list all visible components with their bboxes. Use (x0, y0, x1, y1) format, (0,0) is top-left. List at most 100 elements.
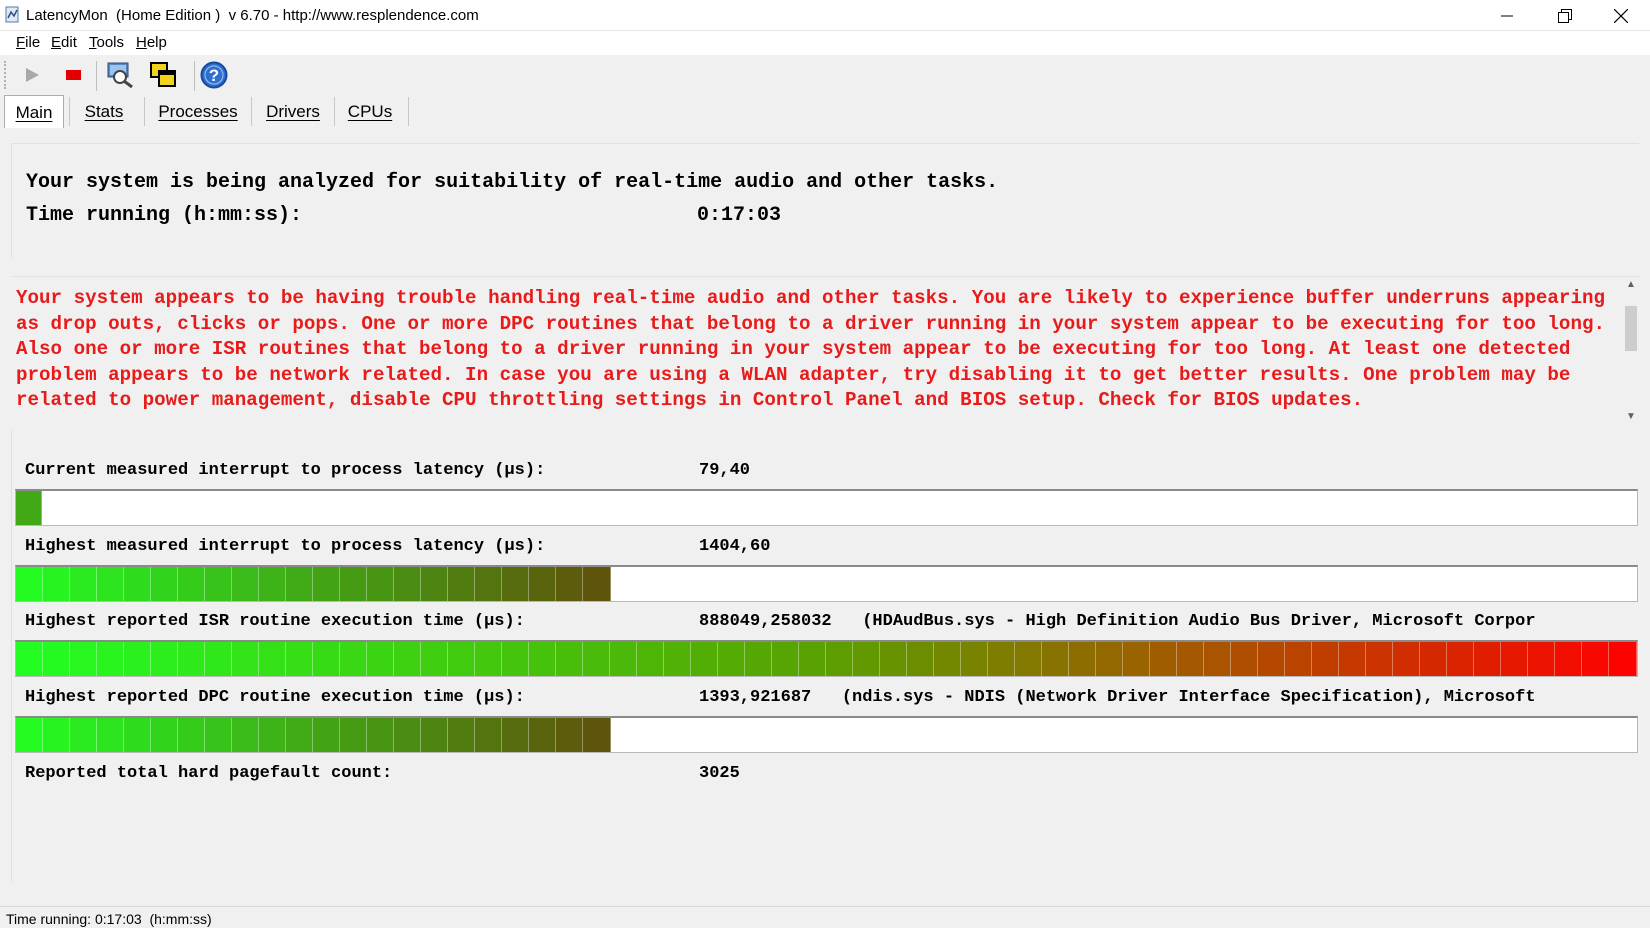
menu-file[interactable]: File (16, 34, 40, 51)
scroll-down-arrow-icon[interactable]: ▼ (1623, 411, 1639, 428)
bar-segment (421, 567, 448, 601)
toolbar-grip[interactable] (4, 61, 8, 89)
bar-segment (178, 642, 205, 676)
bar-segment (1528, 642, 1555, 676)
toolbar-separator (96, 61, 97, 91)
windows-button[interactable] (148, 60, 178, 90)
bar-segment (259, 567, 286, 601)
restore-button[interactable] (1536, 0, 1594, 31)
bar-segment (178, 718, 205, 752)
menu-help[interactable]: Help (136, 34, 167, 51)
app-icon (5, 6, 19, 23)
bar-segment (16, 491, 42, 525)
scroll-thumb[interactable] (1625, 306, 1637, 351)
close-button[interactable] (1592, 0, 1650, 31)
latency-bar-fill (16, 718, 611, 752)
bar-segment (664, 642, 691, 676)
menu-tools-mnemonic: T (89, 34, 97, 51)
bar-segment (988, 642, 1015, 676)
tab-separator (144, 97, 145, 126)
bar-segment (556, 718, 583, 752)
tab-separator (334, 97, 335, 126)
bar-segment (880, 642, 907, 676)
analyze-button[interactable] (106, 60, 136, 90)
bar-segment (502, 642, 529, 676)
bar-segment (961, 642, 988, 676)
metric-label: Highest reported ISR routine execution t… (25, 612, 525, 631)
tab-processes[interactable]: Processes (152, 95, 244, 128)
analysis-panel: Your system is being analyzed for suitab… (11, 143, 1639, 259)
bar-segment (1474, 642, 1501, 676)
bar-segment (70, 567, 97, 601)
bar-segment (583, 718, 611, 752)
status-bar: Time running: 0:17:03 (h:mm:ss) (0, 906, 1650, 928)
scroll-up-arrow-icon[interactable]: ▲ (1623, 279, 1639, 296)
bar-segment (1393, 642, 1420, 676)
bar-segment (151, 718, 178, 752)
bar-segment (1501, 642, 1528, 676)
bar-segment (97, 642, 124, 676)
latency-bar-fill (16, 642, 1637, 676)
bar-segment (1420, 642, 1447, 676)
metric-value: 1393,921687 (ndis.sys - NDIS (Network Dr… (699, 688, 1536, 707)
bar-segment (529, 642, 556, 676)
bar-segment (124, 718, 151, 752)
bar-segment (43, 642, 70, 676)
help-button[interactable]: ? (199, 60, 229, 90)
menu-tools[interactable]: Tools (89, 34, 124, 51)
warning-box[interactable]: Your system appears to be having trouble… (11, 276, 1639, 428)
tab-drivers[interactable]: Drivers (258, 95, 328, 128)
bar-segment (637, 642, 664, 676)
bar-segment (43, 567, 70, 601)
tab-main[interactable]: Main (4, 95, 64, 128)
bar-segment (97, 718, 124, 752)
latency-bar (15, 640, 1638, 677)
window-title: LatencyMon (Home Edition ) v 6.70 - http… (26, 7, 479, 24)
bar-segment (367, 718, 394, 752)
bar-segment (583, 567, 611, 601)
bar-segment (178, 567, 205, 601)
metric-value: 79,40 (699, 461, 751, 480)
bar-segment (610, 642, 637, 676)
bar-segment (448, 567, 475, 601)
bar-segment (1555, 642, 1582, 676)
minimize-button[interactable] (1478, 0, 1536, 31)
bar-segment (43, 718, 70, 752)
restore-icon (1558, 8, 1572, 23)
start-button[interactable] (17, 60, 47, 90)
search-icon (107, 62, 133, 89)
bar-segment (367, 642, 394, 676)
bar-segment (475, 567, 502, 601)
bar-segment (718, 642, 745, 676)
bar-segment (691, 642, 718, 676)
bar-segment (475, 642, 502, 676)
latency-bar (15, 565, 1638, 602)
tab-cpus[interactable]: CPUs (341, 95, 399, 128)
bar-segment (16, 642, 43, 676)
bar-segment (448, 642, 475, 676)
bar-segment (1096, 642, 1123, 676)
stop-button[interactable] (58, 60, 88, 90)
bar-segment (1042, 642, 1069, 676)
minimize-icon (1501, 15, 1513, 16)
bar-segment (1582, 642, 1609, 676)
metric-value: 3025 (699, 764, 740, 783)
bar-segment (529, 567, 556, 601)
bar-segment (502, 567, 529, 601)
bar-segment (1312, 642, 1339, 676)
bar-segment (205, 718, 232, 752)
tab-separator (251, 97, 252, 126)
time-running-label: Time running (h:mm:ss): (26, 204, 303, 227)
bar-segment (232, 642, 259, 676)
menu-edit[interactable]: Edit (51, 34, 77, 51)
bar-segment (394, 718, 421, 752)
bar-segment (583, 642, 610, 676)
bar-segment (556, 567, 583, 601)
warning-scrollbar[interactable]: ▲ ▼ (1623, 277, 1639, 428)
bar-segment (232, 718, 259, 752)
metric-label: Highest reported DPC routine execution t… (25, 688, 525, 707)
tab-stats[interactable]: Stats (76, 95, 132, 128)
bar-segment (853, 642, 880, 676)
latency-bar-fill (16, 567, 611, 601)
tab-separator (408, 97, 409, 126)
